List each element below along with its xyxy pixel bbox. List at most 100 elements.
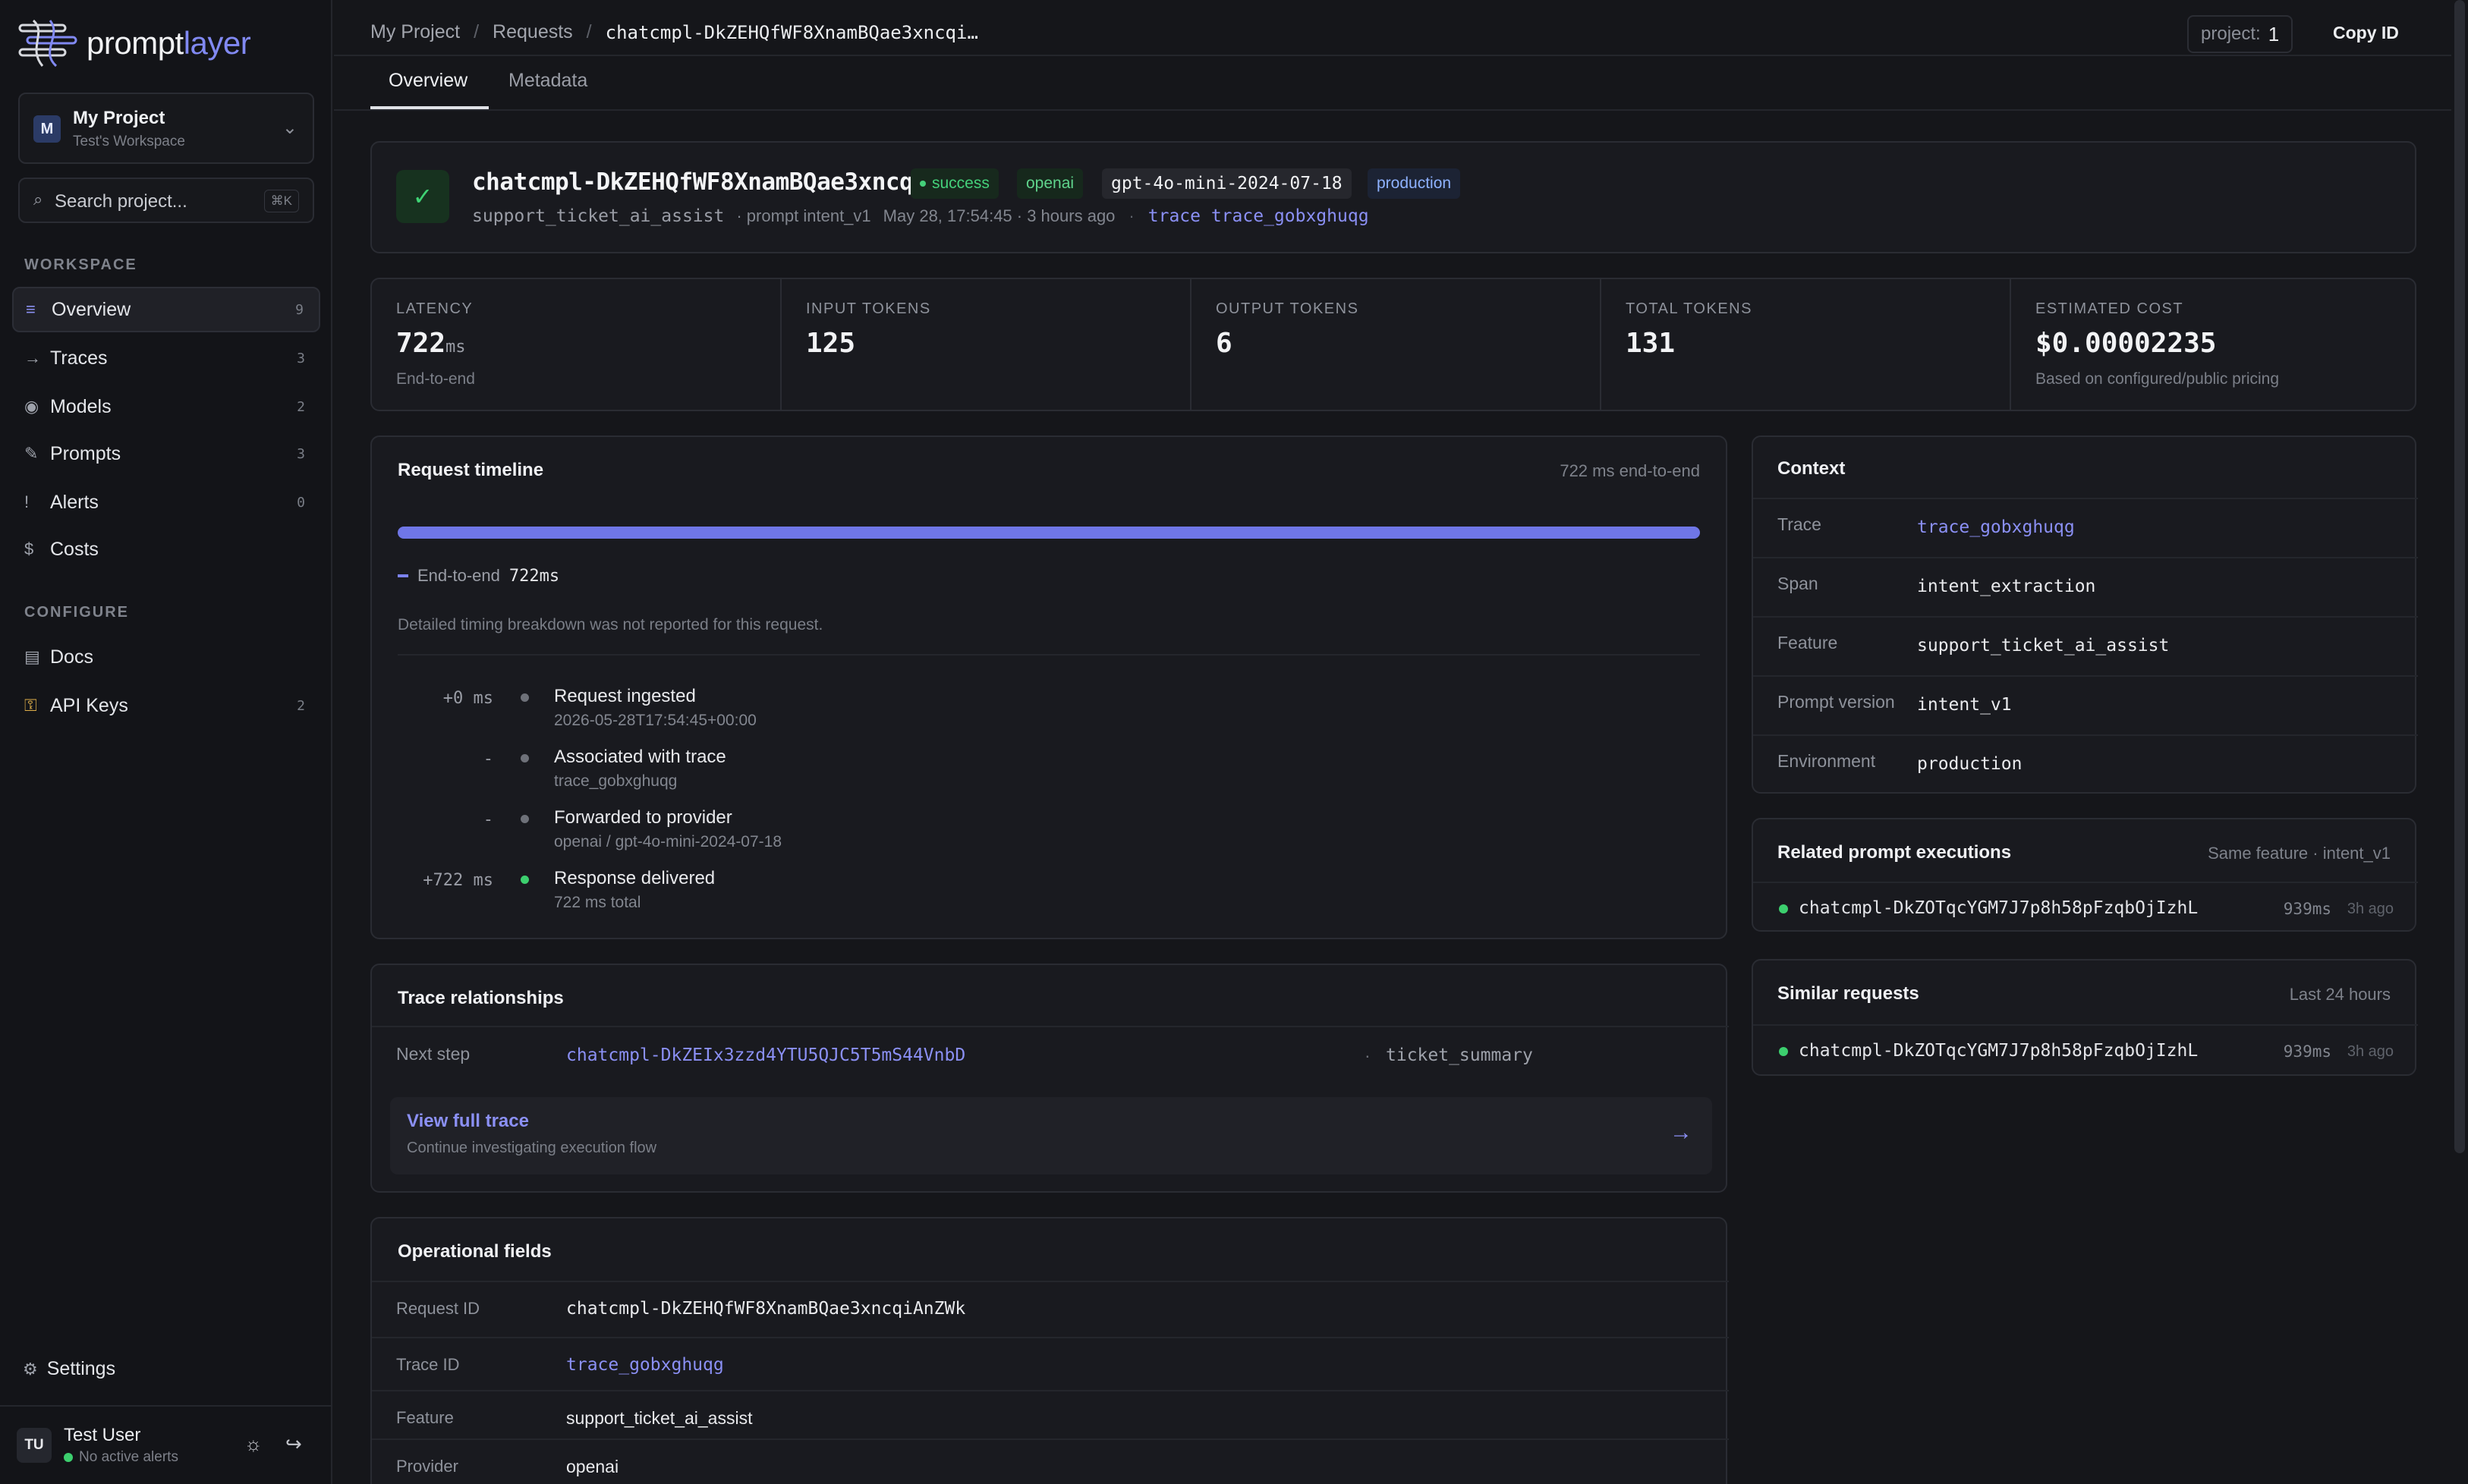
context-key: Trace: [1777, 514, 1821, 534]
sidebar-item-costs[interactable]: $ Costs: [12, 527, 320, 572]
project-switcher[interactable]: M My Project Test's Workspace ⌄: [18, 93, 314, 164]
field-key: Trace ID: [396, 1355, 460, 1374]
table-row: Request ID chatcmpl-DkZEHQfWF8XnamBQae3x…: [372, 1281, 1729, 1335]
card-title: Similar requests: [1777, 983, 1919, 1004]
sidebar-item-overview[interactable]: ≡ Overview 9: [12, 287, 320, 332]
event-dot-icon: [521, 876, 529, 884]
list-item[interactable]: chatcmpl-DkZOTqcYGM7J7p8h58pFzqbOjIzhL 9…: [1753, 882, 2418, 932]
sidebar-item-label: Overview: [52, 298, 131, 320]
prompt-version: · prompt intent_v1: [736, 206, 871, 225]
stat-label: TOTAL TOKENS: [1626, 300, 1752, 317]
event-offset: -: [483, 810, 493, 829]
project-selector-value: 1: [2268, 22, 2280, 46]
sidebar-item-docs[interactable]: ▤ Docs: [12, 634, 320, 680]
stat-label: OUTPUT TOKENS: [1216, 300, 1359, 317]
dollar-icon: $: [24, 539, 34, 558]
sidebar-item-label: Traces: [50, 347, 108, 369]
theme-toggle-icon[interactable]: ☼: [244, 1432, 263, 1456]
event-offset: +722 ms: [423, 871, 493, 890]
context-value: intent_v1: [1917, 695, 2012, 715]
status-dot-icon: [920, 181, 926, 187]
stats-card: LATENCY 722ms End-to-end INPUT TOKENS 12…: [370, 278, 2416, 411]
execution-id: chatcmpl-DkZOTqcYGM7J7p8h58pFzqbOjIzhL: [1799, 898, 2199, 918]
sidebar-item-api-keys[interactable]: ⚿ API Keys 2: [12, 683, 320, 728]
sidebar-item-count: 2: [297, 697, 305, 714]
search-icon: ⌕: [33, 190, 43, 209]
stat-value: $0.00002235: [2035, 328, 2217, 359]
next-step-separator: ·: [1365, 1045, 1371, 1065]
card-title: Related prompt executions: [1777, 842, 2012, 863]
sidebar-item-label: Costs: [50, 538, 99, 560]
sidebar-item-models[interactable]: ◉ Models 2: [12, 384, 320, 429]
copy-id-button[interactable]: Copy ID: [2333, 23, 2399, 43]
sidebar-item-traces[interactable]: → Traces 3: [12, 335, 320, 381]
tab-metadata[interactable]: Metadata: [508, 70, 587, 92]
event-title: Request ingested: [554, 686, 696, 706]
stat-total-tokens: TOTAL TOKENS 131: [1601, 279, 2010, 410]
brand-logo[interactable]: promptlayer: [17, 17, 251, 70]
request-time: May 28, 17:54:45 · 3 hours ago: [883, 206, 1116, 225]
table-row: Feature support_ticket_ai_assist: [372, 1390, 1729, 1445]
page-scrollbar[interactable]: [2454, 0, 2465, 1153]
logout-icon[interactable]: ↪: [285, 1432, 302, 1456]
sidebar-item-alerts[interactable]: ! Alerts 0: [12, 479, 320, 525]
trace-id-link[interactable]: trace_gobxghuqg: [566, 1355, 724, 1375]
settings-label: Settings: [46, 1358, 116, 1379]
timeline-event: +722 ms Response delivered 722 ms total: [372, 865, 1723, 924]
next-step-link[interactable]: chatcmpl-DkZEIx3zzd4YTU5QJC5T5mS44VnbD: [566, 1045, 965, 1065]
field-key: Provider: [396, 1457, 458, 1476]
sidebar-item-count: 3: [297, 350, 305, 366]
stat-estimated-cost: ESTIMATED COST $0.00002235 Based on conf…: [2011, 279, 2416, 410]
sidebar-item-prompts[interactable]: ✎ Prompts 3: [12, 431, 320, 476]
view-full-trace-button[interactable]: View full trace Continue investigating e…: [390, 1097, 1712, 1174]
user-status-text: No active alerts: [79, 1449, 178, 1465]
sidebar-item-settings[interactable]: ⚙ Settings: [23, 1358, 115, 1380]
trace-link[interactable]: trace trace_gobxghuqg: [1148, 206, 1369, 226]
stat-input-tokens: INPUT TOKENS 125: [782, 279, 1190, 410]
tab-overview[interactable]: Overview: [389, 70, 467, 92]
stat-value: 722ms: [396, 328, 466, 359]
operational-fields-card: Operational fields Request ID chatcmpl-D…: [370, 1217, 1729, 1484]
stat-value: 6: [1216, 328, 1232, 359]
chevron-down-icon: ⌄: [282, 118, 297, 138]
status-badge: success: [911, 168, 999, 199]
project-selector[interactable]: project: 1: [2187, 15, 2293, 53]
request-title: chatcmpl-DkZEHQfWF8XnamBQae3xncq…: [472, 168, 927, 196]
field-value: support_ticket_ai_assist: [566, 1408, 753, 1428]
sidebar-item-count: 0: [297, 494, 305, 511]
event-dot-icon: [521, 754, 529, 762]
context-key: Prompt version: [1777, 692, 1895, 712]
card-subtitle: 722 ms end-to-end: [1560, 461, 1700, 480]
status-dot-icon: [1779, 904, 1788, 913]
promptlayer-logo-icon: [18, 19, 77, 68]
card-title: Request timeline: [398, 460, 544, 480]
tab-active-indicator: [370, 106, 489, 109]
event-dot-icon: [521, 815, 529, 823]
stat-label: ESTIMATED COST: [2035, 300, 2184, 317]
brand-suffix: layer: [183, 25, 251, 61]
context-row-span: Span intent_extraction: [1753, 557, 2418, 616]
breadcrumb-item[interactable]: My Project: [370, 21, 460, 43]
breadcrumb-item[interactable]: Requests: [493, 21, 573, 43]
arrow-icon: →: [24, 348, 41, 367]
provider-badge: openai: [1017, 168, 1084, 199]
context-trace-link[interactable]: trace_gobxghuqg: [1917, 517, 2075, 537]
event-title: Forwarded to provider: [554, 807, 732, 828]
context-row-prompt-version: Prompt version intent_v1: [1753, 675, 2418, 734]
view-full-trace-subtitle: Continue investigating execution flow: [407, 1140, 657, 1156]
sidebar: promptlayer M My Project Test's Workspac…: [0, 0, 332, 1484]
trace-relationships-card: Trace relationships Next step chatcmpl-D…: [370, 964, 1729, 1193]
user-name: Test User: [64, 1425, 141, 1445]
request-header-card: ✓ chatcmpl-DkZEHQfWF8XnamBQae3xncq… succ…: [370, 141, 2416, 253]
stat-note: End-to-end: [396, 370, 475, 388]
context-row-feature: Feature support_ticket_ai_assist: [1753, 616, 2418, 675]
field-key: Request ID: [396, 1299, 480, 1318]
sidebar-item-count: 3: [297, 445, 305, 462]
avatar[interactable]: TU: [17, 1428, 52, 1463]
stat-label: LATENCY: [396, 300, 474, 317]
list-item[interactable]: chatcmpl-DkZOTqcYGM7J7p8h58pFzqbOjIzhL 9…: [1753, 1024, 2418, 1074]
card-subtitle: Same feature · intent_v1: [2208, 844, 2391, 863]
workspace-section-label: WORKSPACE: [24, 256, 137, 273]
search-input[interactable]: ⌕ Search project... ⌘K: [18, 178, 314, 223]
context-key: Environment: [1777, 751, 1876, 771]
